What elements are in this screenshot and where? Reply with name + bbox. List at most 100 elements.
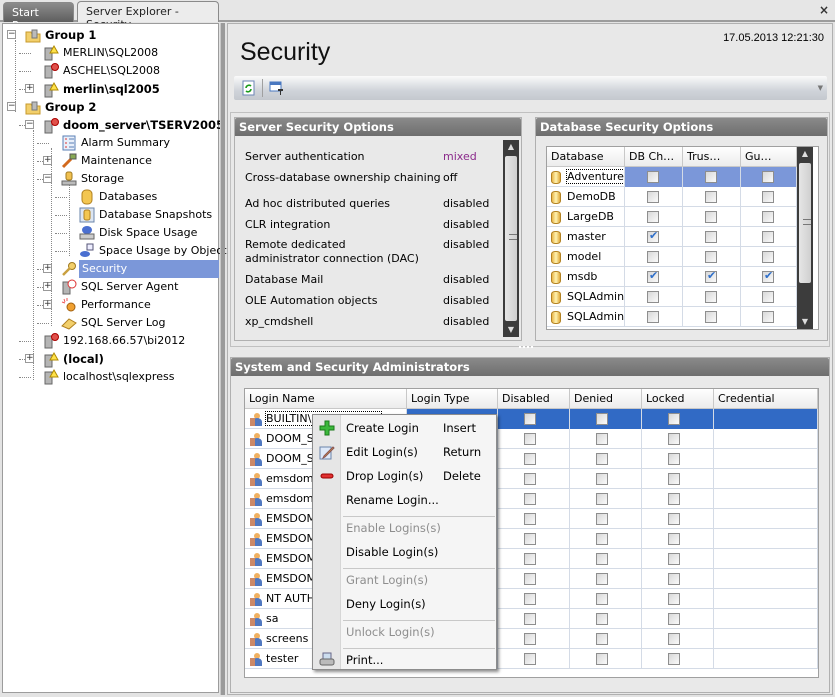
- checkbox-disabled[interactable]: [524, 593, 536, 605]
- checkbox-db-chaining[interactable]: [647, 229, 659, 243]
- database-name-cell[interactable]: DemoDB: [547, 187, 625, 207]
- checkbox-disabled[interactable]: [524, 533, 536, 545]
- credential-cell[interactable]: [714, 449, 818, 469]
- tree-item[interactable]: Group 1: [25, 26, 98, 44]
- database-row[interactable]: master: [547, 227, 797, 247]
- checkbox-locked[interactable]: [668, 513, 680, 525]
- tree-item[interactable]: Maintenance: [61, 152, 154, 170]
- tab-start-page[interactable]: Start Page: [3, 2, 74, 32]
- checkbox-guest[interactable]: [762, 311, 774, 323]
- credential-cell[interactable]: [714, 509, 818, 529]
- tree-item[interactable]: SQL Server Agent: [61, 278, 180, 296]
- checkbox-denied[interactable]: [596, 613, 608, 625]
- database-name-cell[interactable]: model: [547, 247, 625, 267]
- checkbox-disabled[interactable]: [524, 433, 536, 445]
- checkbox-locked[interactable]: [668, 613, 680, 625]
- horizontal-splitter-grip[interactable]: [519, 346, 533, 349]
- menu-item-print[interactable]: Print...: [346, 650, 496, 670]
- checkbox-locked[interactable]: [668, 453, 680, 465]
- tree-item[interactable]: Group 2: [25, 98, 98, 116]
- tree-item[interactable]: doom_server\TSERV2005: [43, 116, 226, 134]
- tree-expander-minus-icon[interactable]: −: [43, 174, 52, 183]
- menu-item-drop-login-s[interactable]: Drop Login(s) Delete: [346, 466, 496, 486]
- checkbox-db-chaining[interactable]: [647, 171, 659, 183]
- tree-item[interactable]: Database Snapshots: [79, 206, 214, 224]
- database-name-cell[interactable]: msdb: [547, 267, 625, 287]
- column-header[interactable]: Database: [547, 147, 625, 167]
- scroll-thumb[interactable]: [799, 163, 811, 283]
- checkbox-db-chaining[interactable]: [647, 311, 659, 323]
- tree-expander-minus-icon[interactable]: −: [25, 120, 34, 129]
- tree-item[interactable]: 192.168.66.57\bi2012: [43, 332, 187, 350]
- database-name-cell[interactable]: SQLAdminis: [547, 287, 625, 307]
- checkbox-db-chaining[interactable]: [647, 191, 659, 203]
- checkbox-denied[interactable]: [596, 413, 608, 425]
- column-header[interactable]: Gu…: [741, 147, 797, 167]
- checkbox-disabled[interactable]: [524, 653, 536, 665]
- checkbox-denied[interactable]: [596, 433, 608, 445]
- tree-item[interactable]: (local): [43, 350, 106, 368]
- tree-item[interactable]: Alarm Summary: [61, 134, 172, 152]
- panel-splitter[interactable]: [220, 23, 225, 695]
- checkbox-disabled[interactable]: [524, 553, 536, 565]
- tree-item[interactable]: MERLIN\SQL2008: [43, 44, 160, 62]
- checkbox-guest[interactable]: [762, 231, 774, 243]
- checkbox-guest[interactable]: [762, 251, 774, 263]
- checkbox-locked[interactable]: [668, 533, 680, 545]
- checkbox-trustworthy[interactable]: [705, 291, 717, 303]
- credential-cell[interactable]: [714, 409, 818, 429]
- credential-cell[interactable]: [714, 589, 818, 609]
- scroll-down-arrow-icon[interactable]: ▼: [797, 315, 813, 329]
- menu-item-rename-login[interactable]: Rename Login...: [346, 490, 496, 510]
- database-row[interactable]: model: [547, 247, 797, 267]
- database-row[interactable]: Adventure\: [547, 167, 797, 187]
- database-name-cell[interactable]: LargeDB: [547, 207, 625, 227]
- column-header[interactable]: Credential: [714, 389, 818, 409]
- checkbox-guest[interactable]: [762, 191, 774, 203]
- credential-cell[interactable]: [714, 609, 818, 629]
- checkbox-disabled[interactable]: [524, 613, 536, 625]
- checkbox-trustworthy[interactable]: [705, 311, 717, 323]
- toolbar-overflow-button[interactable]: ▼: [818, 84, 823, 92]
- credential-cell[interactable]: [714, 489, 818, 509]
- database-row[interactable]: SQLAdminis: [547, 307, 797, 327]
- tree-expander-plus-icon[interactable]: +: [43, 264, 52, 273]
- tab-server-explorer-security[interactable]: Server Explorer - Security: [77, 1, 219, 31]
- checkbox-locked[interactable]: [668, 593, 680, 605]
- checkbox-denied[interactable]: [596, 573, 608, 585]
- tree-expander-plus-icon[interactable]: +: [43, 300, 52, 309]
- tree-item[interactable]: Space Usage by Objects: [79, 242, 234, 260]
- credential-cell[interactable]: [714, 629, 818, 649]
- database-row[interactable]: SQLAdminis: [547, 287, 797, 307]
- menu-item-deny-login-s[interactable]: Deny Login(s): [346, 594, 496, 614]
- checkbox-locked[interactable]: [668, 473, 680, 485]
- close-tab-button[interactable]: ×: [819, 3, 829, 17]
- column-header[interactable]: Denied: [570, 389, 642, 409]
- checkbox-denied[interactable]: [596, 653, 608, 665]
- credential-cell[interactable]: [714, 429, 818, 449]
- tree-expander-plus-icon[interactable]: +: [25, 354, 34, 363]
- database-row[interactable]: DemoDB: [547, 187, 797, 207]
- tree-item[interactable]: ASCHEL\SQL2008: [43, 62, 162, 80]
- checkbox-disabled[interactable]: [524, 493, 536, 505]
- credential-cell[interactable]: [714, 569, 818, 589]
- checkbox-locked[interactable]: [668, 413, 680, 425]
- checkbox-denied[interactable]: [596, 593, 608, 605]
- checkbox-disabled[interactable]: [524, 513, 536, 525]
- checkbox-trustworthy[interactable]: [705, 211, 717, 223]
- checkbox-denied[interactable]: [596, 533, 608, 545]
- database-name-cell[interactable]: SQLAdminis: [547, 307, 625, 327]
- checkbox-guest[interactable]: [762, 171, 774, 183]
- checkbox-locked[interactable]: [668, 653, 680, 665]
- credential-cell[interactable]: [714, 649, 818, 669]
- credential-cell[interactable]: [714, 529, 818, 549]
- credential-cell[interactable]: [714, 549, 818, 569]
- checkbox-disabled[interactable]: [524, 633, 536, 645]
- checkbox-denied[interactable]: [596, 513, 608, 525]
- checkbox-db-chaining[interactable]: [647, 269, 659, 283]
- checkbox-locked[interactable]: [668, 573, 680, 585]
- checkbox-guest[interactable]: [762, 269, 774, 283]
- tree-expander-plus-icon[interactable]: +: [43, 282, 52, 291]
- checkbox-trustworthy[interactable]: [705, 171, 717, 183]
- checkbox-guest[interactable]: [762, 291, 774, 303]
